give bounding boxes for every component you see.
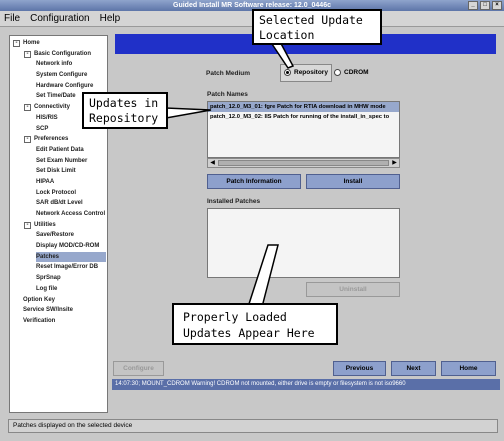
callout-updates-repository: Updates in Repository xyxy=(82,92,168,129)
callout-properly-loaded: Properly Loaded Updates Appear Here xyxy=(172,303,338,345)
callout-text: Repository xyxy=(89,111,159,125)
callout-text: Location xyxy=(259,28,315,42)
callout-arrow-repository xyxy=(165,107,212,119)
callout-text: Selected Update xyxy=(259,13,363,27)
callout-arrow-installed xyxy=(246,244,279,308)
callout-text: Updates Appear Here xyxy=(183,326,315,340)
status-bar: Patches displayed on the selected device xyxy=(8,419,498,433)
callout-selected-location: Selected Update Location xyxy=(252,9,382,45)
callout-text: Updates in xyxy=(89,96,159,110)
callout-text: Properly Loaded xyxy=(183,310,287,324)
callout-arrows xyxy=(165,37,295,308)
message-log: 14:07:30; MOUNT_CDROM Warning! CDROM not… xyxy=(112,379,500,390)
